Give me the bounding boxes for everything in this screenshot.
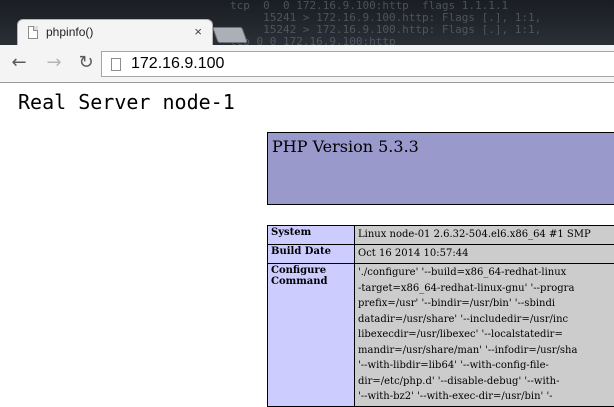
table-value: './configure' '--build=x86_64-redhat-lin…	[355, 264, 614, 407]
table-row: Configure Command './configure' '--build…	[268, 264, 614, 407]
browser-toolbar: ← → ↻ 172.16.9.100	[0, 45, 614, 83]
table-row: Build Date Oct 16 2014 10:57:44	[268, 245, 614, 264]
page-favicon-icon	[28, 26, 38, 39]
back-arrow-icon[interactable]: ←	[9, 53, 29, 73]
table-value: Linux node-01 2.6.32-504.el6.x86_64 #1 S…	[355, 226, 614, 245]
table-key: Configure Command	[268, 264, 355, 407]
close-tab-icon[interactable]: ×	[194, 24, 202, 39]
url-text[interactable]: 172.16.9.100	[131, 55, 224, 73]
page-icon	[111, 58, 121, 71]
new-tab-button[interactable]	[212, 27, 248, 43]
tab-title: phpinfo()	[46, 25, 93, 39]
address-bar[interactable]: 172.16.9.100	[101, 51, 614, 77]
table-value: Oct 16 2014 10:57:44	[355, 245, 614, 264]
reload-icon[interactable]: ↻	[76, 53, 96, 73]
background-terminal-text: tcp 0 0 172.16.9.100:http flags 1.1.1.1 …	[230, 0, 541, 45]
table-key: System	[268, 226, 355, 245]
window-titlebar: tcp 0 0 172.16.9.100:http flags 1.1.1.1 …	[0, 0, 614, 45]
forward-arrow-icon[interactable]: →	[44, 53, 64, 73]
table-key: Build Date	[268, 245, 355, 264]
table-row: System Linux node-01 2.6.32-504.el6.x86_…	[268, 226, 614, 245]
phpinfo-table: System Linux node-01 2.6.32-504.el6.x86_…	[267, 225, 614, 407]
php-version-banner: PHP Version 5.3.3	[267, 132, 614, 205]
php-version-text: PHP Version 5.3.3	[272, 137, 419, 156]
page-heading: Real Server node-1	[18, 90, 235, 114]
tab-phpinfo[interactable]: phpinfo() ×	[18, 20, 212, 45]
